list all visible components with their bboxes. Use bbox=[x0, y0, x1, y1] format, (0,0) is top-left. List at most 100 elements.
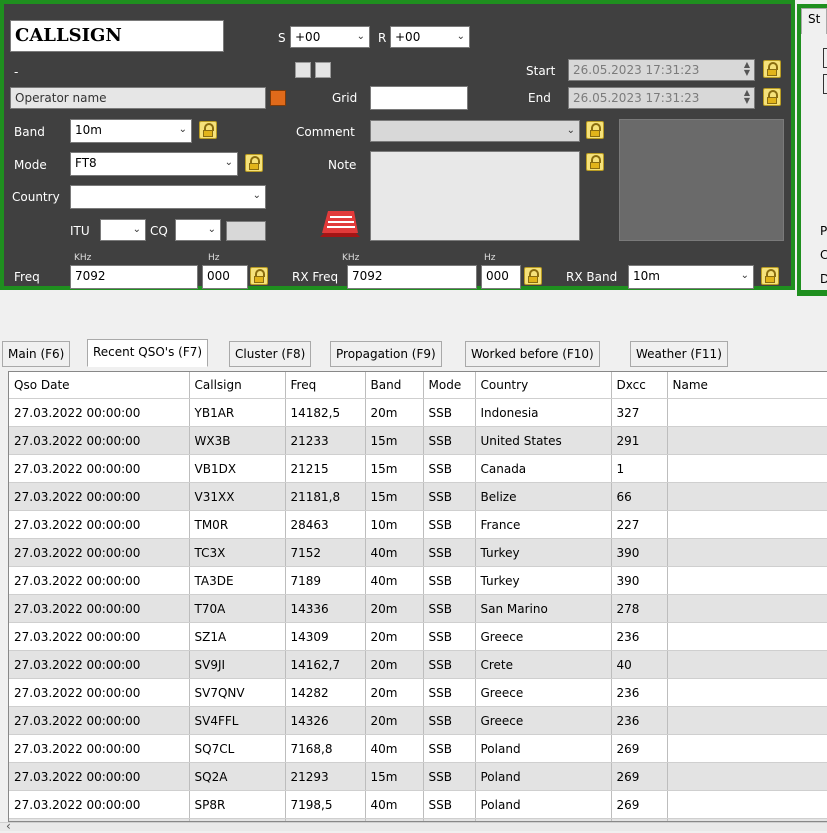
cq-select[interactable]: ⌄ bbox=[175, 219, 221, 241]
tab-statistics[interactable]: St bbox=[801, 8, 827, 34]
tab-recent-qsos[interactable]: Recent QSO's (F7) bbox=[87, 339, 209, 367]
column-header-dxcc[interactable]: Dxcc bbox=[611, 372, 668, 399]
column-header-freq[interactable]: Freq bbox=[285, 372, 366, 399]
start-lock-icon[interactable] bbox=[763, 60, 781, 78]
table-row[interactable]: 27.03.2022 00:00:00 TC3X 7152 40m SSB Turkey 3… bbox=[9, 538, 827, 567]
cell-dxcc: 269 bbox=[611, 762, 668, 791]
country-label: Country bbox=[12, 190, 60, 204]
cell-band: 20m bbox=[365, 678, 424, 707]
cell-band: 40m bbox=[365, 538, 424, 567]
rx-freq-hz-unit: Hz bbox=[484, 253, 496, 263]
cell-dxcc: 236 bbox=[611, 706, 668, 735]
cell-band: 20m bbox=[365, 622, 424, 651]
cell-freq: 14336 bbox=[285, 594, 366, 623]
band-select[interactable]: 10m ⌄ bbox=[70, 119, 192, 143]
extra-zone-field[interactable] bbox=[226, 221, 266, 241]
mode-select[interactable]: FT8 ⌄ bbox=[70, 152, 238, 176]
rx-freq-label: RX Freq bbox=[292, 270, 339, 284]
operator-picker-icon[interactable] bbox=[270, 90, 286, 106]
table-row[interactable]: 27.03.2022 00:00:00 SV9JI 14162,7 20m SSB Cre… bbox=[9, 650, 827, 679]
cell-dxcc: 227 bbox=[611, 510, 668, 539]
cell-freq: 14162,7 bbox=[285, 650, 366, 679]
s-report-label: S bbox=[278, 31, 286, 45]
tab-propagation[interactable]: Propagation (F9) bbox=[330, 341, 442, 367]
cell-dxcc: 269 bbox=[611, 790, 668, 819]
tab-weather[interactable]: Weather (F11) bbox=[630, 341, 728, 367]
s-report-select[interactable]: +00 ⌄ bbox=[290, 26, 370, 48]
freq-lock-icon[interactable] bbox=[250, 267, 268, 285]
rx-freq-khz-input[interactable]: 7092 bbox=[347, 265, 477, 289]
table-row[interactable]: 27.03.2022 00:00:00 SZ1A 14309 20m SSB Greece… bbox=[9, 622, 827, 651]
cell-callsign: SV4FFL bbox=[189, 706, 286, 735]
column-header-name[interactable]: Name bbox=[667, 372, 827, 399]
table-row[interactable]: 27.03.2022 00:00:00 SQ2A 21293 15m SSB Poland… bbox=[9, 762, 827, 791]
cell-name bbox=[667, 622, 827, 651]
cell-mode: SSB bbox=[423, 622, 476, 651]
tab-main[interactable]: Main (F6) bbox=[2, 341, 71, 367]
rx-freq-lock-icon[interactable] bbox=[524, 267, 542, 285]
itu-select[interactable]: ⌄ bbox=[100, 219, 146, 241]
table-row[interactable]: 27.03.2022 00:00:00 SV4FFL 14326 20m SSB Gree… bbox=[9, 706, 827, 735]
band-lock-icon[interactable] bbox=[199, 121, 217, 139]
freq-hz-input[interactable]: 000 bbox=[202, 265, 248, 289]
cell-country: Poland bbox=[475, 762, 612, 791]
table-row[interactable]: 27.03.2022 00:00:00 SV7QNV 14282 20m SSB Gree… bbox=[9, 678, 827, 707]
cell-country: Greece bbox=[475, 706, 612, 735]
cell-callsign: TM0R bbox=[189, 510, 286, 539]
statistics-letter-p: P bbox=[820, 224, 827, 238]
freq-khz-input[interactable]: 7092 bbox=[70, 265, 198, 289]
note-lock-icon[interactable] bbox=[586, 153, 604, 171]
table-row[interactable]: 27.03.2022 00:00:00 V31XX 21181,8 15m SSB Bel… bbox=[9, 482, 827, 511]
freq-label: Freq bbox=[14, 270, 40, 284]
qsl-received-checkbox[interactable] bbox=[315, 62, 331, 78]
table-row[interactable]: 27.03.2022 00:00:00 VB1DX 21215 15m SSB Canad… bbox=[9, 454, 827, 483]
comment-lock-icon[interactable] bbox=[586, 121, 604, 139]
rx-band-value: 10m bbox=[633, 269, 660, 283]
country-select[interactable]: ⌄ bbox=[70, 185, 266, 209]
start-datetime-field[interactable]: 26.05.2023 17:31:23 ▲ ▼ bbox=[568, 59, 755, 81]
cell-band: 20m bbox=[365, 398, 424, 427]
table-row[interactable]: 27.03.2022 00:00:00 TM0R 28463 10m SSB France… bbox=[9, 510, 827, 539]
cell-country: Crete bbox=[475, 650, 612, 679]
rx-band-select[interactable]: 10m ⌄ bbox=[628, 265, 754, 289]
qsl-card-icon[interactable] bbox=[316, 207, 362, 237]
cell-name bbox=[667, 594, 827, 623]
operator-name-input[interactable]: Operator name bbox=[10, 87, 266, 109]
note-textarea[interactable] bbox=[370, 151, 580, 241]
rx-freq-hz-input[interactable]: 000 bbox=[481, 265, 521, 289]
cell-name bbox=[667, 510, 827, 539]
cell-freq: 7168,8 bbox=[285, 734, 366, 763]
column-header-country[interactable]: Country bbox=[475, 372, 612, 399]
column-header-mode[interactable]: Mode bbox=[423, 372, 476, 399]
table-row[interactable]: 27.03.2022 00:00:00 T70A 14336 20m SSB San Ma… bbox=[9, 594, 827, 623]
cell-country: San Marino bbox=[475, 594, 612, 623]
table-row[interactable]: 27.03.2022 00:00:00 TA3DE 7189 40m SSB Turkey… bbox=[9, 566, 827, 595]
column-header-callsign[interactable]: Callsign bbox=[189, 372, 286, 399]
rx-band-lock-icon[interactable] bbox=[761, 267, 779, 285]
table-row[interactable]: 27.03.2022 00:00:00 SP8R 7198,5 40m SSB Polan… bbox=[9, 790, 827, 819]
table-row[interactable]: 27.03.2022 00:00:00 WX3B 21233 15m SSB United… bbox=[9, 426, 827, 455]
qsl-sent-checkbox[interactable] bbox=[295, 62, 311, 78]
tab-worked-before[interactable]: Worked before (F10) bbox=[465, 341, 600, 367]
comment-input[interactable]: ⌄ bbox=[370, 120, 580, 142]
cell-name bbox=[667, 790, 827, 819]
end-datetime-field[interactable]: 26.05.2023 17:31:23 ▲ ▼ bbox=[568, 87, 755, 109]
cell-qso-date: 27.03.2022 00:00:00 bbox=[9, 650, 190, 679]
tab-cluster[interactable]: Cluster (F8) bbox=[229, 341, 312, 367]
end-lock-icon[interactable] bbox=[763, 88, 781, 106]
column-header-qso-date[interactable]: Qso Date bbox=[9, 372, 190, 399]
cell-name bbox=[667, 566, 827, 595]
chevron-down-icon: ⌄ bbox=[178, 124, 187, 135]
recent-qso-table[interactable]: Qso Date Callsign Freq Band Mode Country… bbox=[8, 371, 827, 822]
grid-input[interactable] bbox=[370, 86, 468, 110]
r-report-select[interactable]: +00 ⌄ bbox=[390, 26, 470, 48]
column-header-band[interactable]: Band bbox=[365, 372, 424, 399]
cell-mode: SSB bbox=[423, 510, 476, 539]
cell-mode: SSB bbox=[423, 538, 476, 567]
table-row[interactable]: 27.03.2022 00:00:00 SQ7CL 7168,8 40m SSB Pola… bbox=[9, 734, 827, 763]
horizontal-scrollbar[interactable]: ‹ bbox=[0, 819, 827, 833]
table-row[interactable]: 27.03.2022 00:00:00 YB1AR 14182,5 20m SSB Ind… bbox=[9, 398, 827, 427]
callsign-input[interactable]: CALLSIGN bbox=[10, 20, 224, 52]
statistics-letter-d: D bbox=[820, 272, 827, 286]
mode-lock-icon[interactable] bbox=[245, 154, 263, 172]
